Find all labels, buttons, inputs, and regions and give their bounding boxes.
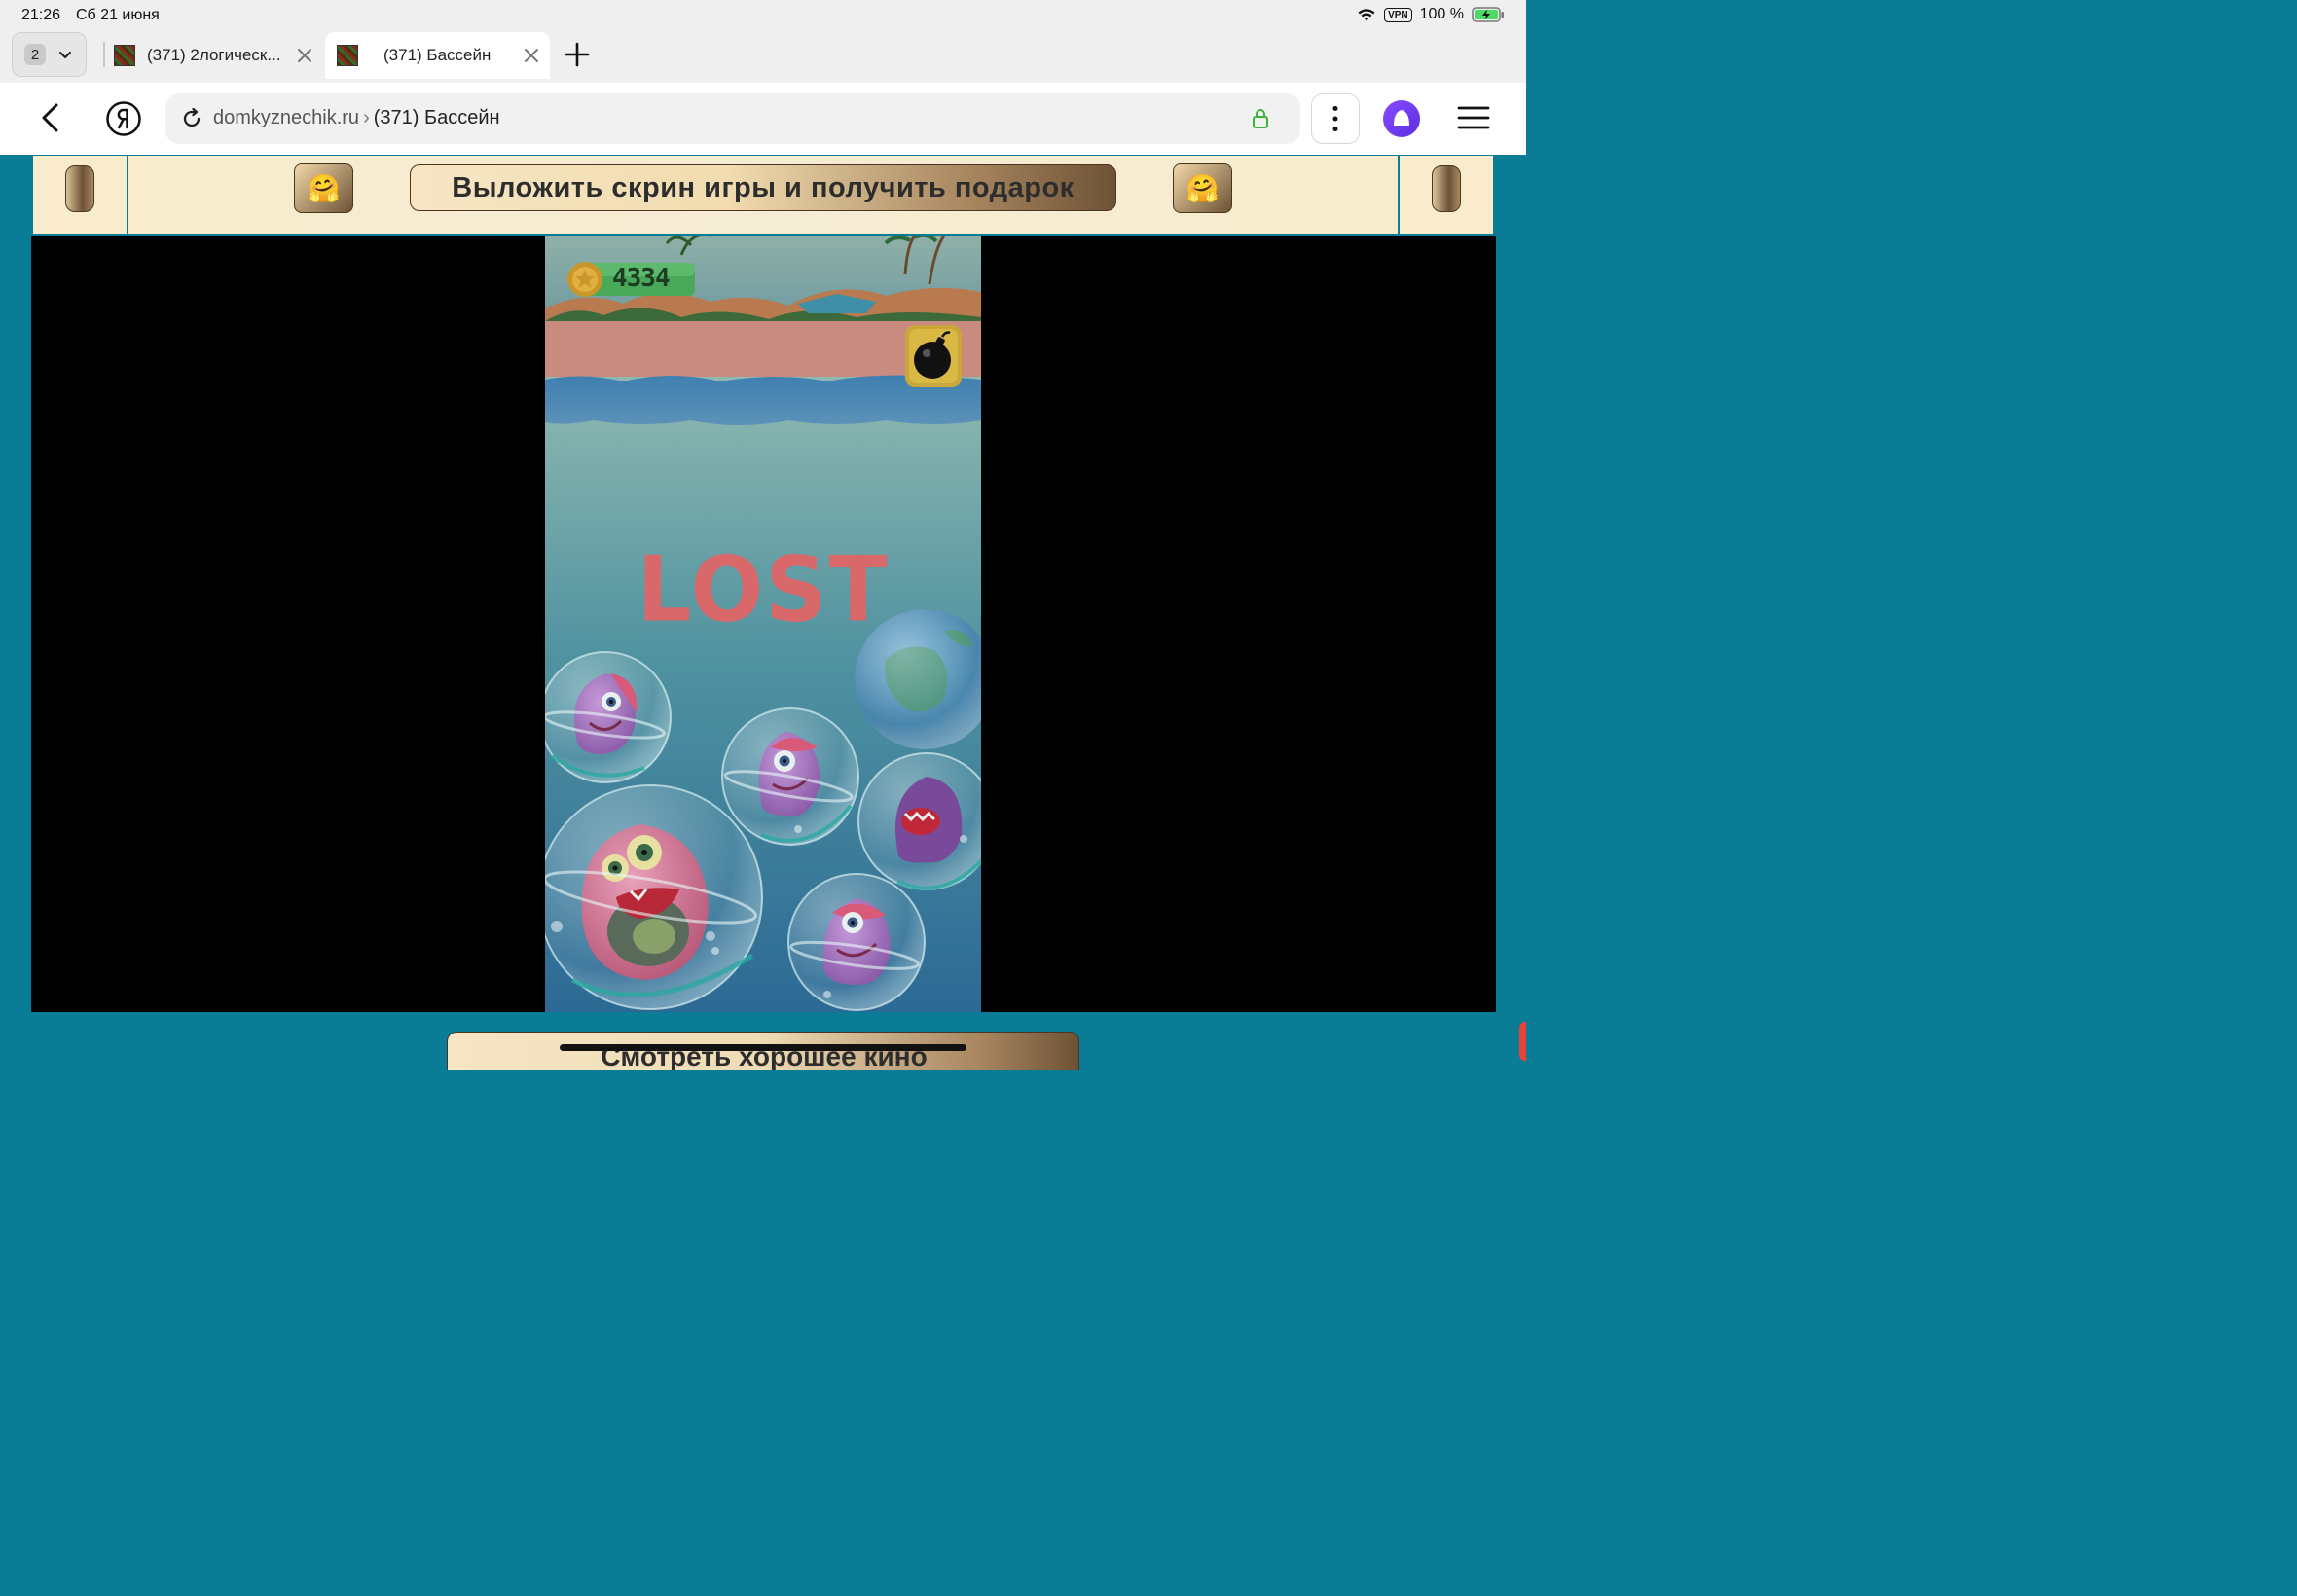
hugging-face-emoji-icon: 🤗: [307, 173, 341, 203]
url-domain: domkyznechik.ru: [213, 107, 360, 128]
monster-bubble: [545, 651, 672, 783]
top-banner: 🤗 🤗 Выложить скрин игры и получить подар…: [33, 156, 1493, 234]
site-favicon: [114, 45, 135, 66]
monster-bubble: [545, 784, 763, 1010]
status-bar: 21:26 Сб 21 июня VPN 100 %: [0, 0, 1526, 31]
battery-percent: 100 %: [1419, 6, 1464, 22]
url-separator: ›: [363, 107, 370, 128]
site-favicon: [337, 45, 358, 66]
url-page-title: (371) Бассейн: [373, 107, 500, 128]
hugging-face-emoji-icon: 🤗: [1185, 173, 1220, 203]
emoji-button-right[interactable]: 🤗: [1173, 163, 1232, 213]
monster-bubble: [787, 873, 926, 1011]
banner-side-button-right[interactable]: [1432, 165, 1461, 212]
menu-hamburger-icon[interactable]: [1456, 102, 1491, 133]
tab-divider: [103, 42, 105, 67]
alice-assistant-icon[interactable]: [1382, 99, 1421, 138]
close-icon[interactable]: [523, 47, 540, 64]
emoji-button-left[interactable]: 🤗: [294, 163, 353, 213]
watch-movie-button[interactable]: Смотреть хорошее кино: [447, 1032, 1079, 1070]
monster-bubble: [857, 752, 981, 890]
tab-item-active[interactable]: (371) Бассейн: [325, 32, 550, 79]
game-lost-message: LOST: [637, 536, 890, 642]
tab-bar: 2 (371) 2логическ... (371) Бассейн: [0, 31, 1526, 83]
status-date: Сб 21 июня: [76, 7, 160, 23]
game-frame: 4334 LOST: [31, 236, 1496, 1012]
bomb-icon[interactable]: [905, 325, 962, 387]
navigation-bar: domkyznechik.ru › (371) Бассейн: [0, 83, 1526, 155]
battery-charging-icon: [1472, 7, 1504, 22]
monster-bubble: [721, 707, 859, 846]
tab-switcher-button[interactable]: 2: [12, 32, 87, 77]
url-text[interactable]: domkyznechik.ru › (371) Бассейн: [213, 107, 500, 129]
tab-title: (371) 2логическ...: [147, 46, 281, 64]
share-screenshot-button[interactable]: Выложить скрин игры и получить подарок: [410, 164, 1116, 211]
status-time: 21:26: [21, 7, 61, 23]
chevron-down-icon: [59, 52, 71, 58]
tab-title: (371) Бассейн: [383, 46, 492, 64]
back-arrow-icon[interactable]: [35, 101, 68, 134]
yandex-logo-icon[interactable]: [105, 100, 142, 137]
banner-divider: [1398, 156, 1400, 234]
lock-icon[interactable]: [1252, 107, 1269, 130]
banner-side-button-left[interactable]: [65, 165, 94, 212]
new-tab-plus-icon[interactable]: [564, 41, 591, 68]
close-icon[interactable]: [296, 47, 313, 64]
tab-count: 2: [24, 44, 46, 65]
tab-item[interactable]: (371) 2логическ...: [109, 32, 323, 79]
vpn-badge: VPN: [1384, 7, 1412, 22]
game-canvas[interactable]: 4334 LOST: [545, 236, 981, 1012]
home-indicator: [560, 1044, 966, 1051]
address-bar[interactable]: domkyznechik.ru › (371) Бассейн: [165, 93, 1300, 144]
edge-widget[interactable]: [1519, 1022, 1526, 1061]
score-value: 4334: [612, 264, 671, 293]
reload-icon[interactable]: [181, 108, 202, 129]
banner-divider: [127, 156, 128, 234]
more-options-icon[interactable]: [1311, 93, 1360, 144]
wifi-icon: [1358, 9, 1375, 21]
